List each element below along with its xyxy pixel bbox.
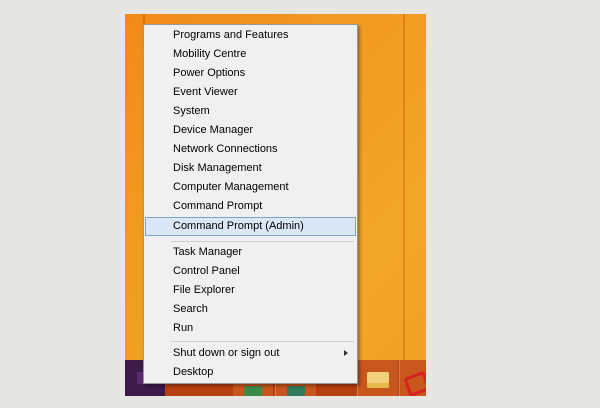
menu-item-mobility-centre[interactable]: Mobility Centre xyxy=(145,45,356,64)
submenu-arrow-icon xyxy=(344,350,348,356)
menu-item-file-explorer[interactable]: File Explorer xyxy=(145,281,356,300)
app-icon-red xyxy=(403,370,426,396)
menu-item-run[interactable]: Run xyxy=(145,319,356,338)
menu-item-label: Control Panel xyxy=(173,265,240,277)
menu-item-computer-management[interactable]: Computer Management xyxy=(145,178,356,197)
menu-item-label: Computer Management xyxy=(173,181,289,193)
menu-item-power-options[interactable]: Power Options xyxy=(145,64,356,83)
menu-item-command-prompt[interactable]: Command Prompt xyxy=(145,197,356,216)
quick-link-menu: Programs and Features Mobility Centre Po… xyxy=(143,24,358,384)
menu-item-label: Task Manager xyxy=(173,246,243,258)
app-icon-green xyxy=(244,386,262,396)
taskbar-button-3[interactable] xyxy=(357,360,398,396)
menu-item-label: Shut down or sign out xyxy=(173,347,280,359)
menu-separator xyxy=(171,341,354,342)
menu-item-label: Command Prompt xyxy=(173,200,263,212)
app-icon-green xyxy=(287,386,305,396)
menu-item-label: Search xyxy=(173,303,208,315)
menu-item-label: Command Prompt (Admin) xyxy=(173,220,304,232)
menu-item-label: Run xyxy=(173,322,194,334)
menu-item-control-panel[interactable]: Control Panel xyxy=(145,262,356,281)
menu-item-label: Disk Management xyxy=(173,162,262,174)
menu-item-network-connections[interactable]: Network Connections xyxy=(145,140,356,159)
desktop-stripe xyxy=(403,14,405,396)
menu-item-command-prompt-admin[interactable]: Command Prompt (Admin) xyxy=(145,217,356,236)
menu-item-label: System xyxy=(173,105,210,117)
menu-item-search[interactable]: Search xyxy=(145,300,356,319)
menu-item-device-manager[interactable]: Device Manager xyxy=(145,121,356,140)
menu-item-label: Power Options xyxy=(173,67,246,79)
menu-separator xyxy=(171,241,354,242)
folder-icon xyxy=(367,372,389,388)
menu-item-label: Desktop xyxy=(173,366,214,378)
menu-item-label: Network Connections xyxy=(173,143,278,155)
menu-item-label: File Explorer xyxy=(173,284,235,296)
menu-item-disk-management[interactable]: Disk Management xyxy=(145,159,356,178)
menu-item-task-manager[interactable]: Task Manager xyxy=(145,243,356,262)
menu-item-system[interactable]: System xyxy=(145,102,356,121)
taskbar-button-4[interactable] xyxy=(399,360,426,396)
menu-item-label: Device Manager xyxy=(173,124,254,136)
menu-item-shut-down-or-sign-out[interactable]: Shut down or sign out xyxy=(145,344,356,363)
menu-item-label: Mobility Centre xyxy=(173,48,247,60)
menu-item-event-viewer[interactable]: Event Viewer xyxy=(145,83,356,102)
menu-item-programs-and-features[interactable]: Programs and Features xyxy=(145,26,356,45)
menu-item-label: Programs and Features xyxy=(173,29,289,41)
menu-item-label: Event Viewer xyxy=(173,86,238,98)
menu-item-desktop[interactable]: Desktop xyxy=(145,363,356,382)
